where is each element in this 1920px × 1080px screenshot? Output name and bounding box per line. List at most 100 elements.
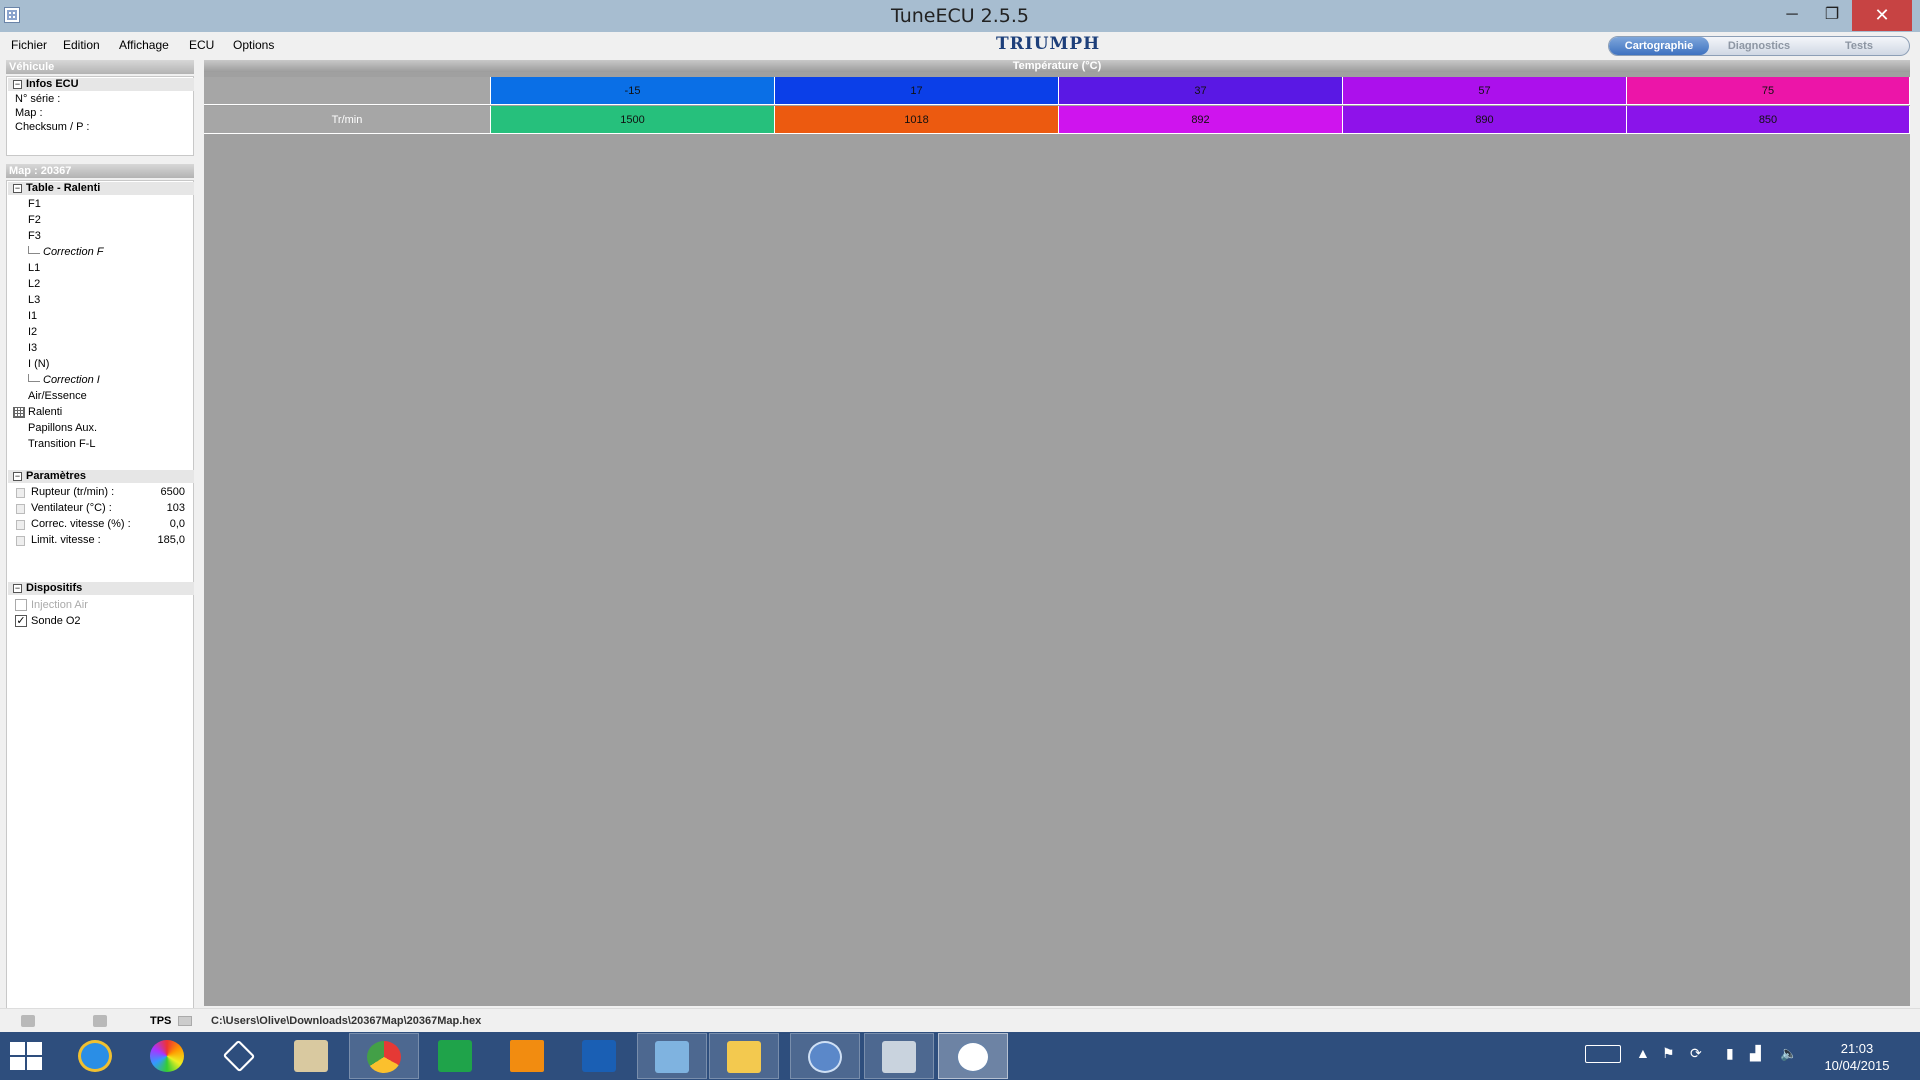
notepad-icon[interactable]: [277, 1033, 347, 1079]
map-section-header: Map : 20367: [6, 164, 194, 178]
rpm-row-label: Tr/min: [204, 106, 491, 134]
table-ralenti-header[interactable]: − Table - Ralenti: [8, 182, 194, 195]
param-correc-vitesse-value[interactable]: 0,0: [170, 518, 185, 530]
rpm-cell[interactable]: 1018: [775, 106, 1059, 134]
menu-affichage[interactable]: Affichage: [119, 38, 169, 52]
menu-ecu[interactable]: ECU: [189, 38, 214, 52]
injection-air-checkbox[interactable]: [15, 599, 27, 611]
table-item-correction-f[interactable]: Correction F: [28, 246, 104, 258]
link-icon[interactable]: [93, 1015, 107, 1027]
injection-air-label: Injection Air: [31, 599, 88, 611]
param-limit-vitesse-value[interactable]: 185,0: [157, 534, 185, 546]
taskbar: ▲ ⚑ ⟳ ▮ ▟ 🔈 21:03 10/04/2015: [0, 1032, 1920, 1080]
param-correc-vitesse-label: Correc. vitesse (%) :: [31, 518, 131, 530]
show-hidden-icons-icon[interactable]: ▲: [1636, 1045, 1650, 1061]
clock-time: 21:03: [1840, 1041, 1874, 1056]
table-item-f1[interactable]: F1: [28, 198, 41, 210]
picasa-icon[interactable]: [133, 1033, 203, 1079]
battery-icon[interactable]: ▮: [1726, 1045, 1734, 1062]
spinner-icon[interactable]: [16, 536, 25, 546]
menu-options[interactable]: Options: [233, 38, 274, 52]
rpm-cell[interactable]: 850: [1627, 106, 1910, 134]
table-item-i2[interactable]: I2: [28, 326, 37, 338]
teamviewer-icon[interactable]: [205, 1033, 275, 1079]
qbittorrent-icon[interactable]: [790, 1033, 860, 1079]
table-item-f2[interactable]: F2: [28, 214, 41, 226]
table-item-transition-f-l[interactable]: Transition F-L: [28, 438, 95, 450]
rpm-cell[interactable]: 890: [1343, 106, 1627, 134]
vlc-icon[interactable]: [493, 1033, 563, 1079]
maximize-button[interactable]: ❐: [1812, 0, 1852, 31]
table-item-air-essence[interactable]: Air/Essence: [28, 390, 87, 402]
spinner-icon[interactable]: [16, 504, 25, 514]
sync-icon[interactable]: ⟳: [1690, 1045, 1702, 1062]
dispositifs-header[interactable]: − Dispositifs: [8, 582, 194, 595]
triumph-logo: TRIUMPH: [996, 34, 1101, 54]
tab-diagnostics[interactable]: Diagnostics: [1709, 37, 1809, 55]
temp-cell[interactable]: 37: [1059, 77, 1343, 105]
map-box: − Table - Ralenti F1 F2 F3 Correction F …: [6, 180, 194, 1062]
chrome-icon[interactable]: [349, 1033, 419, 1079]
table-item-i-n[interactable]: I (N): [28, 358, 49, 370]
tab-tests[interactable]: Tests: [1809, 37, 1909, 55]
table-item-l3[interactable]: L3: [28, 294, 40, 306]
volume-icon[interactable]: 🔈: [1780, 1045, 1797, 1062]
temp-cell[interactable]: -15: [491, 77, 775, 105]
collapse-icon[interactable]: −: [13, 584, 22, 593]
table-item-correction-i[interactable]: Correction I: [28, 374, 100, 386]
network-signal-icon[interactable]: ▟: [1750, 1045, 1761, 1062]
table-item-ralenti[interactable]: Ralenti: [28, 406, 62, 418]
table-item-i3[interactable]: I3: [28, 342, 37, 354]
spinner-icon[interactable]: [16, 520, 25, 530]
param-ventilateur-value[interactable]: 103: [167, 502, 185, 514]
keyboard-icon[interactable]: [1585, 1045, 1621, 1063]
performance-monitor-icon[interactable]: [864, 1033, 934, 1079]
table-item-f3[interactable]: F3: [28, 230, 41, 242]
collapse-icon[interactable]: −: [13, 80, 22, 89]
menu-edition[interactable]: Edition: [63, 38, 100, 52]
checksum-label: Checksum / P :: [15, 121, 90, 133]
file-explorer-icon[interactable]: [709, 1033, 779, 1079]
subitem-icon: [28, 246, 40, 254]
window-title: TuneECU 2.5.5: [890, 5, 1030, 27]
tab-cartographie[interactable]: Cartographie: [1609, 37, 1709, 55]
table-item-i1[interactable]: I1: [28, 310, 37, 322]
action-center-flag-icon[interactable]: ⚑: [1662, 1045, 1675, 1062]
tps-label: TPS: [150, 1015, 172, 1027]
temp-cell[interactable]: 17: [775, 77, 1059, 105]
menu-fichier[interactable]: Fichier: [11, 38, 47, 52]
close-button[interactable]: ✕: [1852, 0, 1912, 31]
rpm-cell[interactable]: 892: [1059, 106, 1343, 134]
temp-cell[interactable]: 57: [1343, 77, 1627, 105]
collapse-icon[interactable]: −: [13, 472, 22, 481]
parametres-header[interactable]: − Paramètres: [8, 470, 194, 483]
tps-indicator: [178, 1016, 192, 1026]
rpm-cell[interactable]: 1500: [491, 106, 775, 134]
vehicle-section-header: Véhicule: [6, 60, 194, 74]
table-item-l1[interactable]: L1: [28, 262, 40, 274]
tuneecu-taskbar-icon[interactable]: [938, 1033, 1008, 1079]
table-item-l2[interactable]: L2: [28, 278, 40, 290]
temp-cell[interactable]: 75: [1627, 77, 1910, 105]
internet-explorer-icon[interactable]: [61, 1033, 131, 1079]
mode-tabs: Cartographie Diagnostics Tests: [1608, 36, 1910, 56]
sonde-o2-checkbox[interactable]: ✓: [15, 615, 27, 627]
table-grid-icon: [13, 407, 25, 418]
param-rupteur-value[interactable]: 6500: [161, 486, 185, 498]
table-item-papillons-aux[interactable]: Papillons Aux.: [28, 422, 97, 434]
store-icon[interactable]: [421, 1033, 491, 1079]
spinner-icon[interactable]: [16, 488, 25, 498]
taskbar-clock[interactable]: 21:03 10/04/2015: [1812, 1040, 1902, 1074]
control-panel-icon[interactable]: [637, 1033, 707, 1079]
collapse-icon[interactable]: −: [13, 184, 22, 193]
param-limit-vitesse-label: Limit. vitesse :: [31, 534, 101, 546]
status-bar: TPS C:\Users\Olive\Downloads\20367Map\20…: [0, 1008, 1920, 1032]
windows-start-icon[interactable]: [10, 1042, 46, 1072]
param-rupteur-label: Rupteur (tr/min) :: [31, 486, 115, 498]
sonde-o2-label: Sonde O2: [31, 615, 81, 627]
samsung-icon[interactable]: [565, 1033, 635, 1079]
corner-cell: [204, 77, 491, 105]
minimize-button[interactable]: ─: [1772, 0, 1812, 31]
connect-icon[interactable]: [21, 1015, 35, 1027]
infos-ecu-header[interactable]: − Infos ECU: [8, 78, 194, 91]
